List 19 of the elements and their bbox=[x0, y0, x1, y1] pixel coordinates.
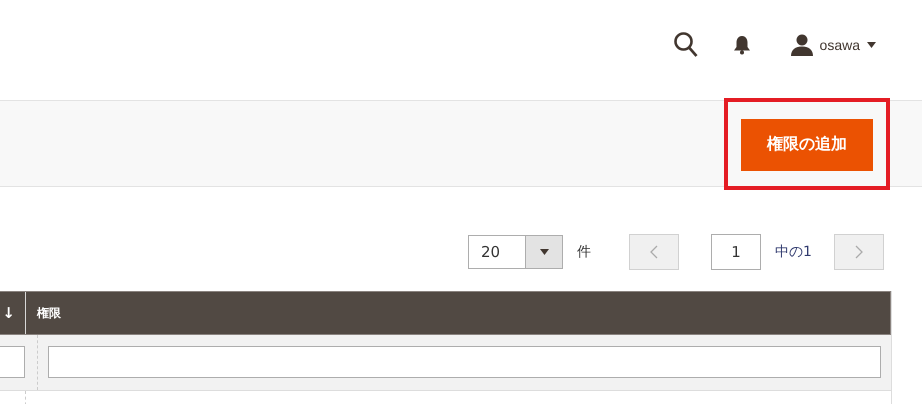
page-size-select[interactable]: 20 bbox=[468, 235, 563, 269]
add-permission-button[interactable]: 権限の追加 bbox=[741, 118, 873, 170]
column-header[interactable]: 権限 bbox=[25, 292, 890, 334]
chevron-left-icon bbox=[650, 245, 658, 259]
page-number-field[interactable]: 1 bbox=[711, 234, 761, 270]
column-header[interactable]: ↓ bbox=[0, 292, 25, 334]
caret-icon bbox=[867, 42, 876, 48]
page-total-label: 中の1 bbox=[775, 243, 812, 261]
search-icon[interactable] bbox=[672, 31, 699, 59]
next-page-button[interactable] bbox=[834, 234, 884, 270]
page-size-label: 件 bbox=[577, 243, 591, 261]
previous-page-button[interactable] bbox=[629, 234, 679, 270]
bell-icon[interactable] bbox=[732, 35, 751, 55]
user-icon bbox=[790, 34, 813, 56]
caret-icon bbox=[540, 249, 548, 255]
filter-field[interactable] bbox=[0, 346, 25, 378]
chevron-right-icon bbox=[854, 245, 863, 259]
user-menu[interactable]: osawa bbox=[790, 34, 876, 56]
filter-field[interactable] bbox=[48, 346, 881, 378]
